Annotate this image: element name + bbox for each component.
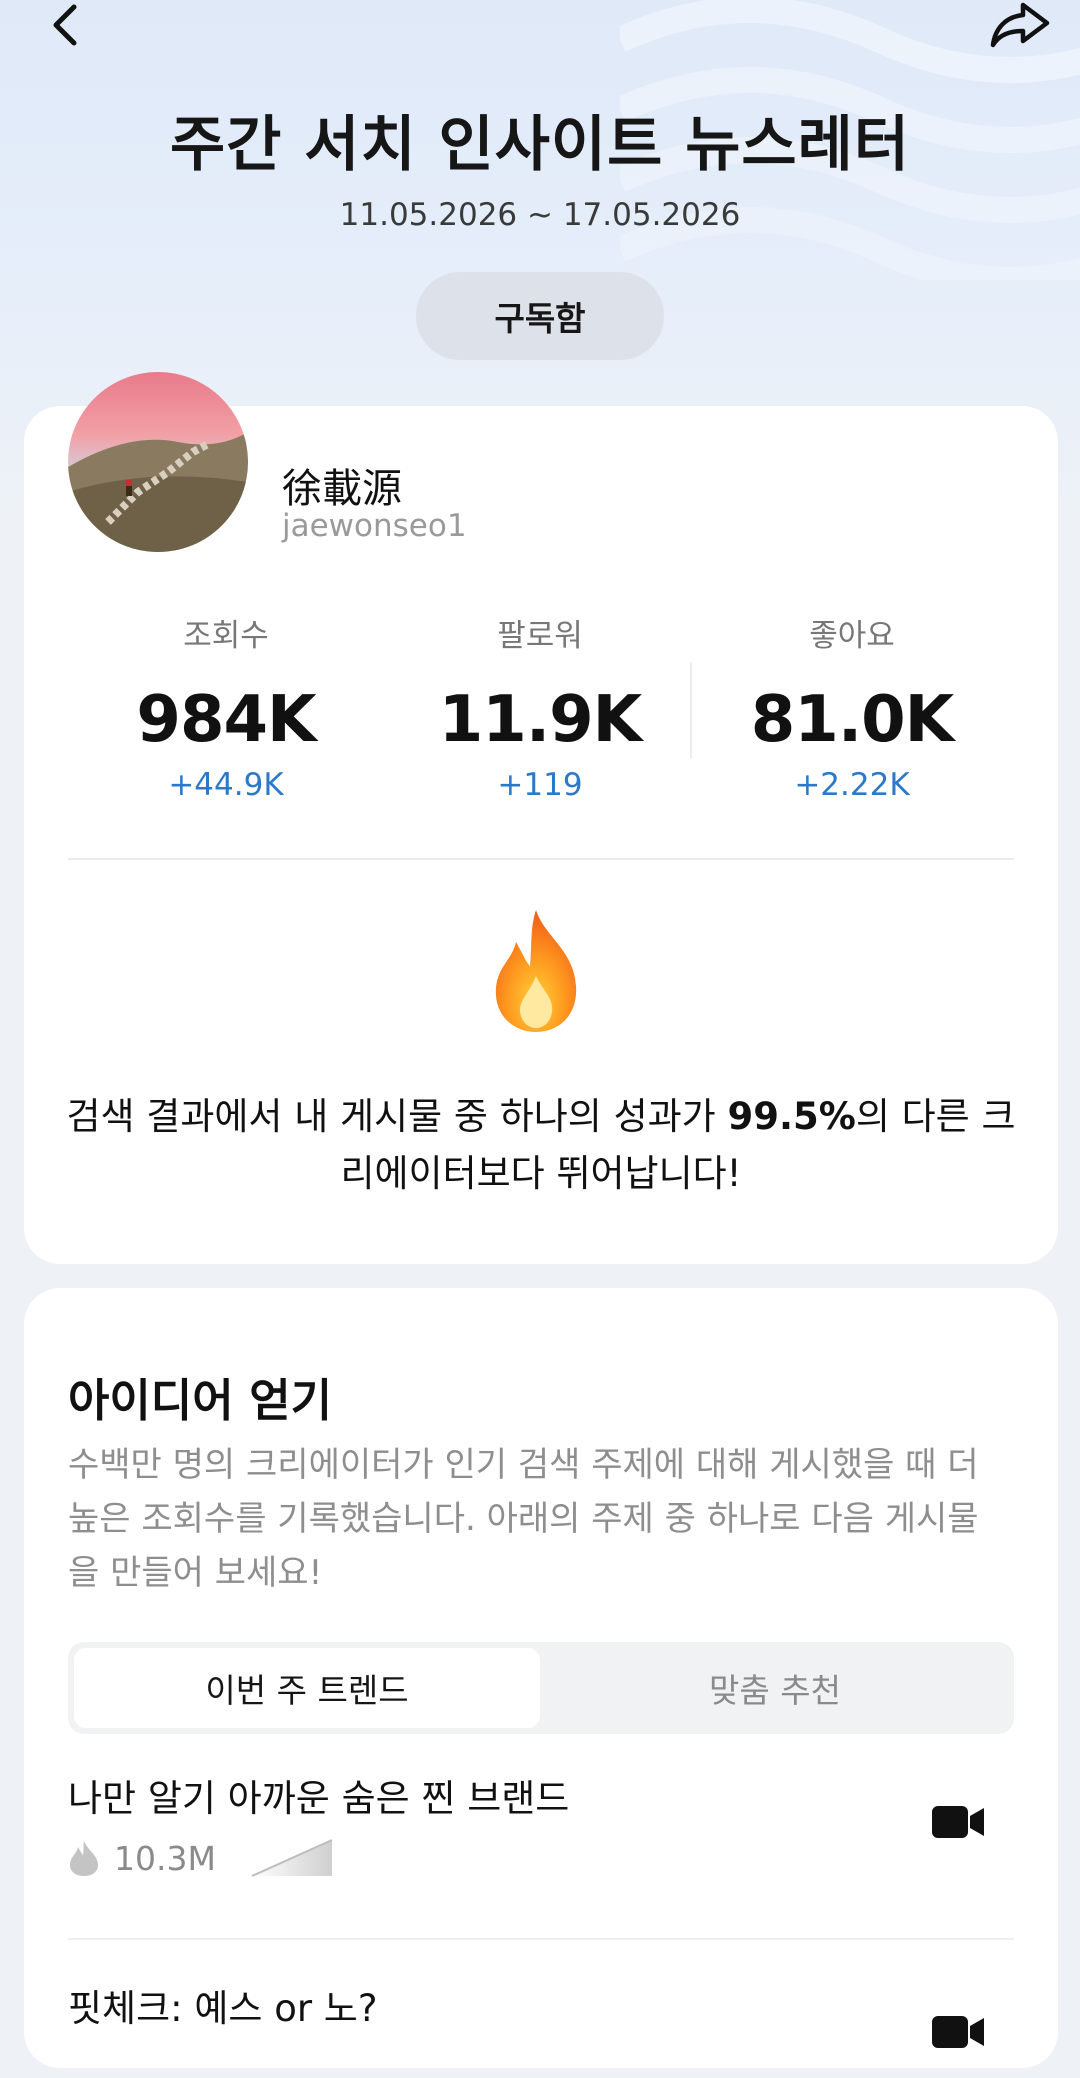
- date-range: 11.05.2026 ~ 17.05.2026: [339, 197, 741, 233]
- stat-value: 11.9K: [438, 683, 643, 757]
- avatar[interactable]: [68, 372, 248, 552]
- share-arrow-icon: [990, 2, 1050, 48]
- topic-title: 나만 알기 아까운 숨은 찐 브랜드: [68, 1777, 570, 1820]
- fire-icon: [495, 910, 577, 1032]
- stat-label: 좋아요: [809, 618, 895, 654]
- topic-meta: 10.3M: [68, 1836, 334, 1880]
- divider: [68, 1938, 1014, 1940]
- stat-label: 조회수: [183, 618, 269, 654]
- share-button[interactable]: [980, 0, 1060, 50]
- stat-delta: +2.22K: [794, 767, 910, 803]
- performance-message: 검색 결과에서 내 게시물 중 하나의 성과가 99.5%의 다른 크리에이터보…: [66, 1095, 1016, 1195]
- flame-icon: [70, 1841, 98, 1876]
- stat-followers: 팔로워 11.9K +119: [390, 610, 690, 803]
- subscribe-button[interactable]: 구독함: [416, 272, 664, 360]
- stat-delta: +44.9K: [168, 767, 284, 803]
- section-title: 아이디어 얻기: [68, 1374, 333, 1427]
- list-item[interactable]: 나만 알기 아까운 숨은 찐 브랜드 10.3M: [68, 1768, 1014, 1938]
- username: jaewonseo1: [282, 508, 467, 544]
- video-camera-icon[interactable]: [930, 2012, 986, 2052]
- divider: [68, 858, 1014, 860]
- tab-personalized[interactable]: 맞춤 추천: [542, 1648, 1008, 1728]
- divider: [690, 662, 692, 758]
- performance-highlight: 99.5%: [727, 1095, 856, 1138]
- search-count: 10.3M: [114, 1838, 216, 1878]
- back-button[interactable]: [24, 0, 104, 50]
- stat-likes: 좋아요 81.0K +2.22K: [702, 610, 1002, 803]
- topic-title: 핏체크: 예스 or 노?: [68, 1987, 378, 2030]
- stat-views: 조회수 984K +44.9K: [76, 610, 376, 803]
- video-camera-icon[interactable]: [930, 1802, 986, 1842]
- display-name: 徐載源: [282, 466, 402, 512]
- list-item[interactable]: 핏체크: 예스 or 노?: [68, 1978, 1014, 2078]
- stat-value: 81.0K: [750, 683, 955, 757]
- ideas-card: 아이디어 얻기 수백만 명의 크리에이터가 인기 검색 주제에 대해 게시했을 …: [24, 1288, 1058, 2068]
- stat-delta: +119: [497, 767, 583, 803]
- chevron-left-icon: [53, 4, 77, 46]
- section-description: 수백만 명의 크리에이터가 인기 검색 주제에 대해 게시했을 때 더 높은 조…: [68, 1445, 979, 1593]
- profile-summary-card: 徐載源 jaewonseo1 조회수 984K +44.9K 팔로워 11.9K…: [24, 372, 1058, 1264]
- page-title: 주간 서치 인사이트 뉴스레터: [169, 110, 911, 180]
- tab-bar: 이번 주 트렌드 맞춤 추천: [68, 1642, 1014, 1734]
- stat-value: 984K: [136, 683, 316, 757]
- trend-sparkline-icon: [251, 1839, 333, 1877]
- tab-this-week-trends[interactable]: 이번 주 트렌드: [74, 1648, 540, 1728]
- stat-label: 팔로워: [497, 618, 583, 654]
